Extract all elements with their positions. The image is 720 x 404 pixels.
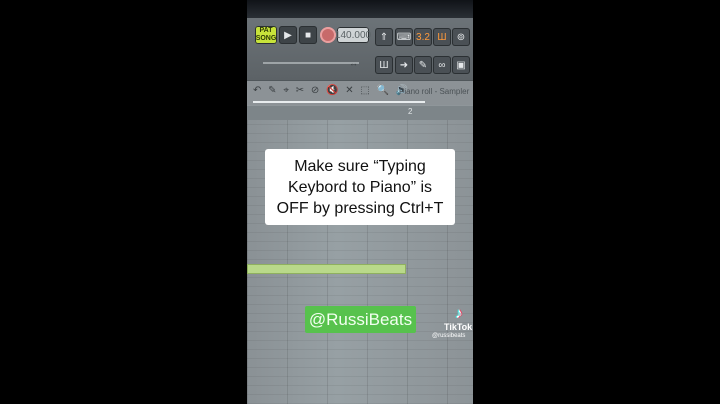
stop-icon: ■ <box>304 29 312 41</box>
creator-handle-badge: @RussiBeats <box>305 306 416 333</box>
record-button[interactable] <box>320 27 336 43</box>
step-icon[interactable]: ⊚ <box>452 28 470 46</box>
keyboard-icon[interactable]: ⌨ <box>395 28 413 46</box>
master-pitch-slider[interactable] <box>263 62 359 64</box>
pencil-icon[interactable]: ✎ <box>414 56 432 74</box>
tiktok-username: @russibeats <box>432 333 466 339</box>
piano-roll-scrollbar[interactable] <box>253 101 425 103</box>
stop-button[interactable]: ■ <box>299 26 317 44</box>
piano-roll-note[interactable] <box>247 264 406 274</box>
monitor-bezel <box>247 0 473 18</box>
wrench-icon[interactable]: ▣ <box>452 56 470 74</box>
metronome-icon[interactable]: 3.2 <box>414 28 432 46</box>
caption-overlay: Make sure “Typing Keybord to Piano” is O… <box>265 149 455 225</box>
pattern-label: PAT <box>259 27 273 34</box>
play-button[interactable]: ▶ <box>279 26 297 44</box>
link-icon[interactable]: ∞ <box>433 56 451 74</box>
bar-number: 2 <box>408 107 413 116</box>
daw-toolbar: PAT SONG ▶ ■ 140.000 ⇑ ⌨ 3.2 Ш ⊚ ↔ Ш ➜ ✎… <box>247 18 473 80</box>
arrow-icon[interactable]: ➜ <box>395 56 413 74</box>
song-label: SONG <box>255 35 277 42</box>
letterbox-right <box>473 0 720 404</box>
piano-roll-tools[interactable]: ↶ ✎ ⌖ ✂ ⊘ 🔇 ✕ ⬚ 🔍 🔊 <box>253 85 410 96</box>
bar-ruler <box>247 106 473 120</box>
pattern-song-toggle[interactable]: PAT SONG <box>255 26 277 44</box>
piano-roll-title: Piano roll - Sampler <box>399 87 470 96</box>
piano-roll-header: ↶ ✎ ⌖ ✂ ⊘ 🔇 ✕ ⬚ 🔍 🔊 Piano roll - Sampler <box>247 80 473 105</box>
tiktok-icon: ♪ <box>455 305 463 322</box>
slider-arrow-icon[interactable]: ↔ <box>349 58 363 68</box>
letterbox-left <box>0 0 247 404</box>
snap-icon[interactable]: ⇑ <box>375 28 393 46</box>
tiktok-watermark: TikTok <box>444 322 473 332</box>
tempo-display[interactable]: 140.000 <box>335 27 371 43</box>
piano-icon[interactable]: Ш <box>375 56 393 74</box>
play-icon: ▶ <box>284 29 292 41</box>
wait-icon[interactable]: Ш <box>433 28 451 46</box>
